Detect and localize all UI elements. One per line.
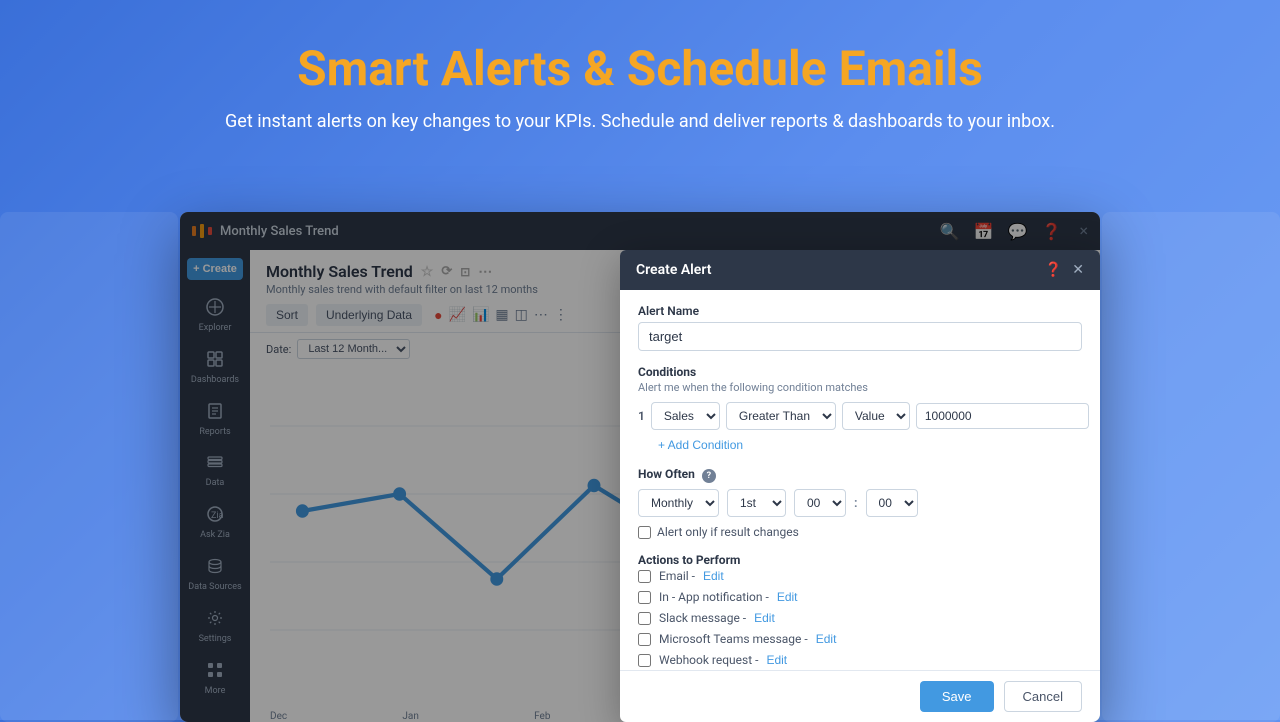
action-row-email: Email - Edit [638,569,1082,583]
action-row-webhook: Webhook request - Edit [638,653,1082,667]
alert-only-label: Alert only if result changes [657,525,799,539]
alert-only-row: Alert only if result changes [638,525,1082,539]
email-label: Email - [659,569,695,583]
modal-header: Create Alert ❓ ✕ [620,250,1100,290]
condition-type-select[interactable]: Value [842,402,910,430]
hour-select[interactable]: 00 01 [794,489,846,517]
alert-name-input[interactable] [638,322,1082,351]
teams-edit-button[interactable]: Edit [816,632,837,646]
modal-title: Create Alert [636,262,711,278]
alert-name-section: Alert Name [638,304,1082,351]
time-separator: : [854,496,858,511]
inapp-checkbox[interactable] [638,591,651,604]
actions-section: Actions to Perform Email - Edit In - App… [638,553,1082,667]
alert-name-label: Alert Name [638,304,1082,318]
cancel-button[interactable]: Cancel [1004,681,1082,712]
webhook-checkbox[interactable] [638,654,651,667]
slack-label: Slack message - [659,611,746,625]
save-button[interactable]: Save [920,681,994,712]
how-often-help-icon[interactable]: ? [702,469,716,483]
actions-title: Actions to Perform [638,553,1082,567]
bg-panel-left [0,212,178,722]
conditions-section: Conditions Alert me when the following c… [638,365,1082,453]
page-title: Smart Alerts & Schedule Emails [20,40,1260,97]
alert-only-checkbox[interactable] [638,526,651,539]
condition-operator-select[interactable]: Greater Than [726,402,836,430]
conditions-title: Conditions [638,365,1082,379]
how-often-label: How Often ? [638,467,1082,483]
add-condition-button[interactable]: + Add Condition [658,438,743,452]
inapp-edit-button[interactable]: Edit [777,590,798,604]
app-window: Monthly Sales Trend 🔍 📅 💬 ❓ × + Create E… [180,212,1100,722]
teams-label: Microsoft Teams message - [659,632,808,646]
slack-edit-button[interactable]: Edit [754,611,775,625]
webhook-edit-button[interactable]: Edit [766,653,787,667]
modal-close-icon[interactable]: ✕ [1072,262,1084,278]
inapp-label: In - App notification - [659,590,769,604]
condition-field-select[interactable]: Sales [651,402,720,430]
action-row-inapp: In - App notification - Edit [638,590,1082,604]
webhook-label: Webhook request - [659,653,758,667]
email-checkbox[interactable] [638,570,651,583]
bg-panel-right [1102,212,1280,722]
condition-row-1: 1 Sales Greater Than Value [638,402,1082,430]
modal-body: Alert Name Conditions Alert me when the … [620,290,1100,670]
how-often-section: How Often ? Monthly Weekly Daily 1st [638,467,1082,539]
app-content: + Create Explorer Dashboards Reports [180,250,1100,722]
create-alert-modal: Create Alert ❓ ✕ Alert Name Conditions [620,250,1100,722]
page-header: Smart Alerts & Schedule Emails Get insta… [0,0,1280,152]
page-subtitle: Get instant alerts on key changes to you… [20,111,1260,132]
teams-checkbox[interactable] [638,633,651,646]
how-often-row: Monthly Weekly Daily 1st 2nd 00 01 [638,489,1082,517]
condition-number: 1 [638,409,645,423]
modal-overlay: Create Alert ❓ ✕ Alert Name Conditions [180,250,1100,722]
condition-value-input[interactable] [916,403,1089,429]
minute-select[interactable]: 00 15 [866,489,918,517]
modal-header-actions: ❓ ✕ [1045,262,1084,278]
action-row-teams: Microsoft Teams message - Edit [638,632,1082,646]
email-edit-button[interactable]: Edit [703,569,724,583]
conditions-desc: Alert me when the following condition ma… [638,381,1082,394]
action-row-slack: Slack message - Edit [638,611,1082,625]
day-select[interactable]: 1st 2nd [727,489,786,517]
frequency-select[interactable]: Monthly Weekly Daily [638,489,719,517]
modal-footer: Save Cancel [620,670,1100,722]
slack-checkbox[interactable] [638,612,651,625]
modal-help-icon[interactable]: ❓ [1045,262,1062,278]
